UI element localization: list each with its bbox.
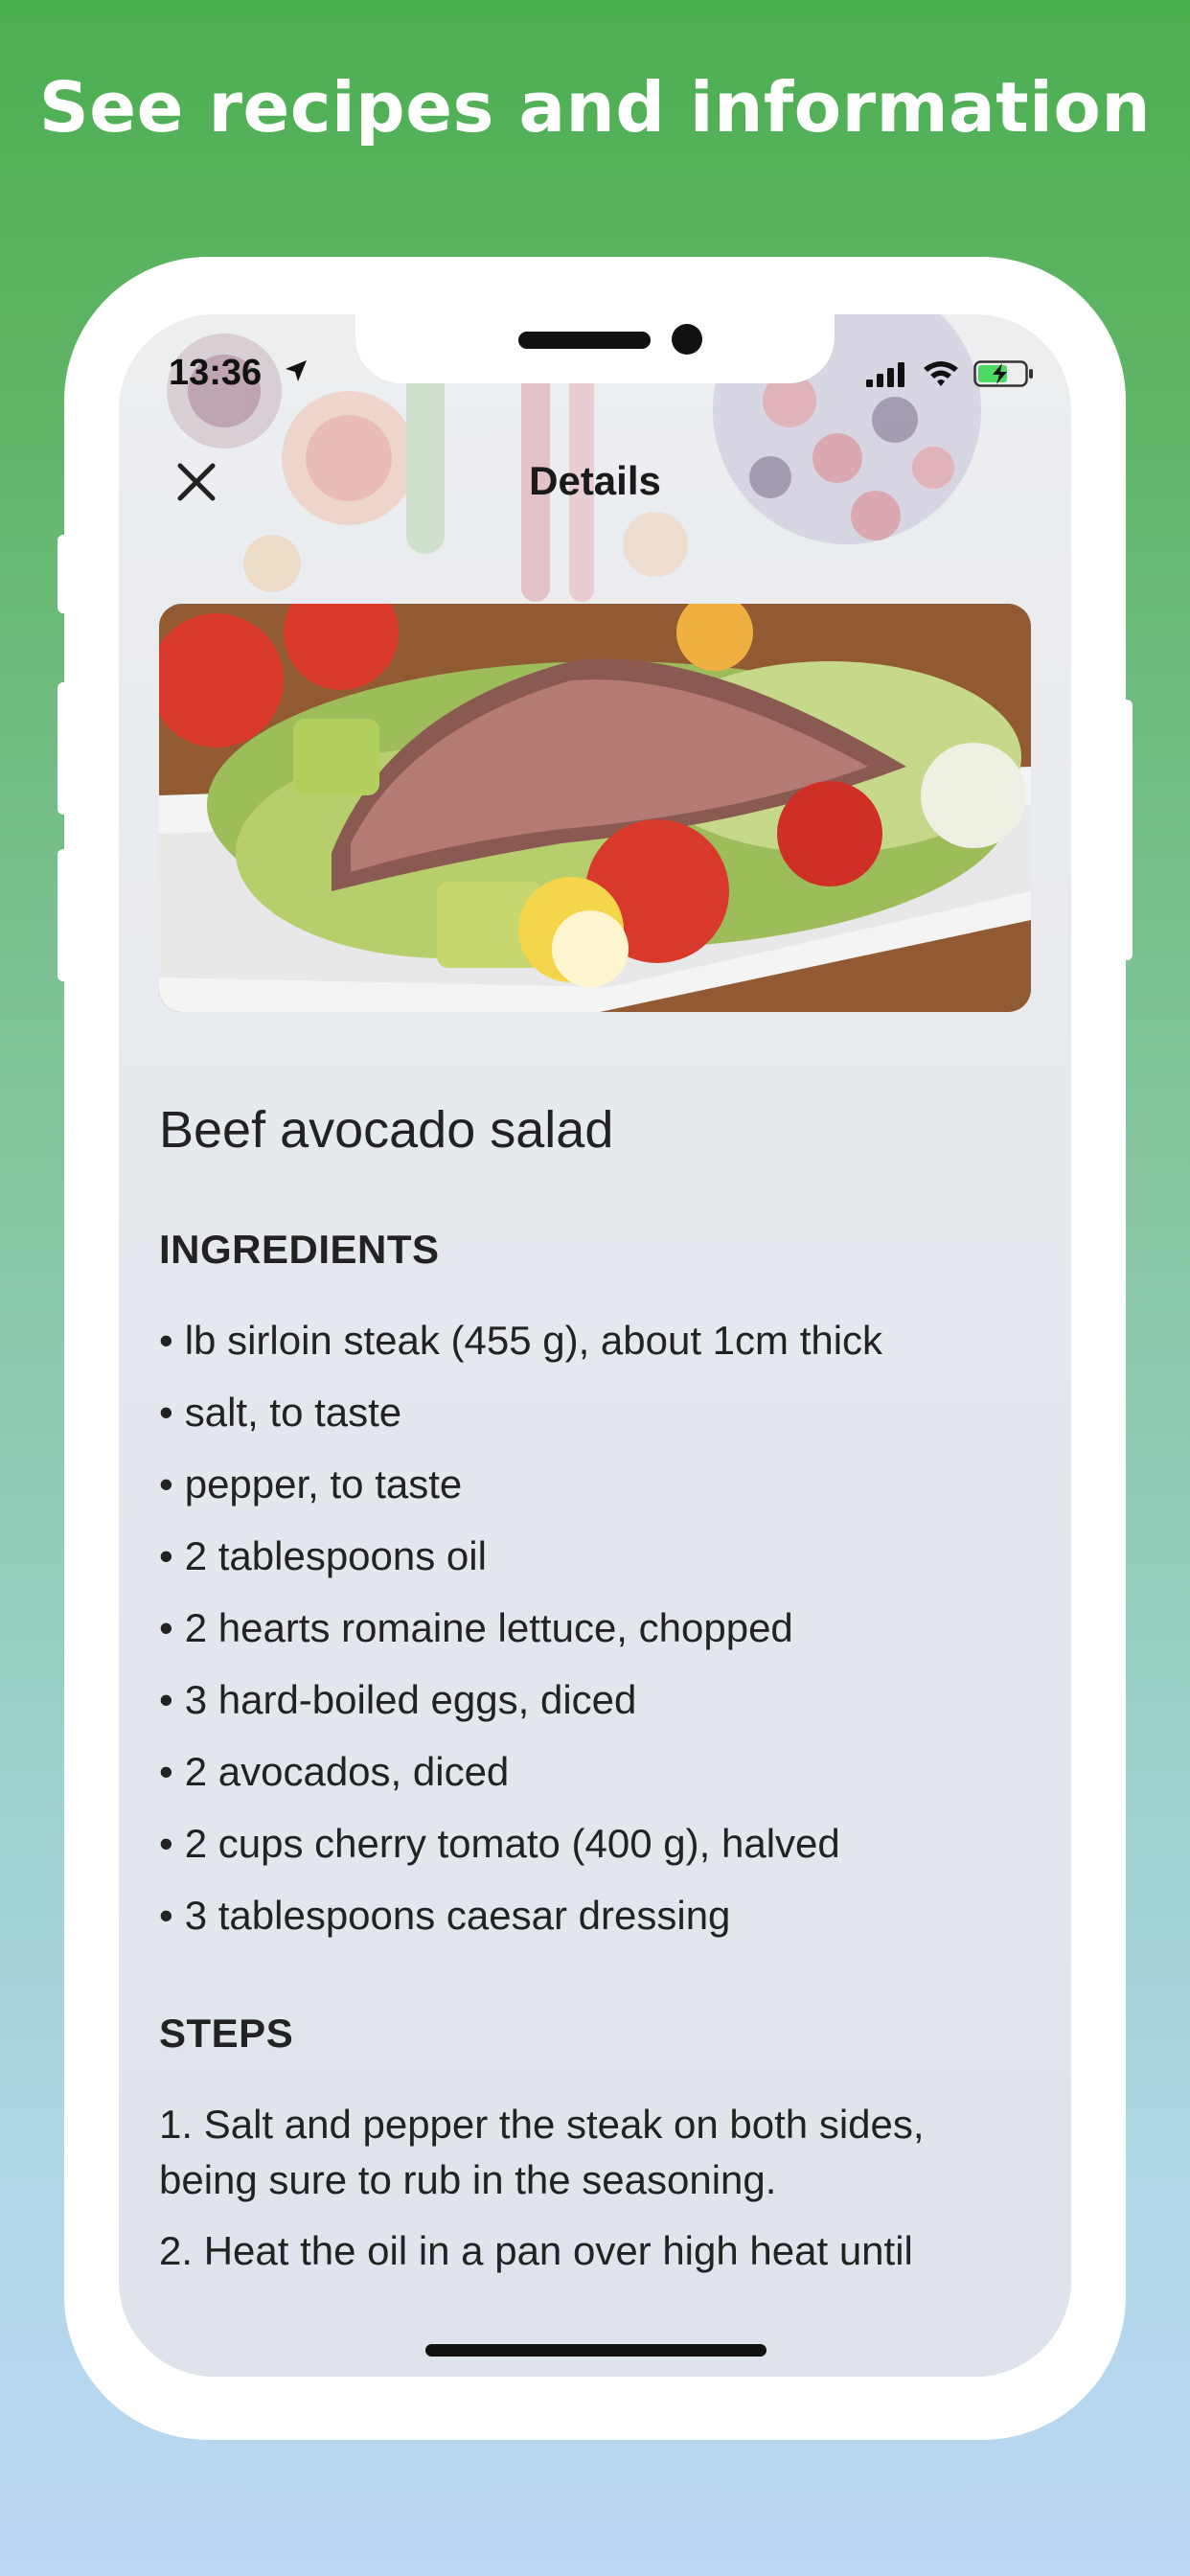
ingredients-heading: INGREDIENTS [159, 1227, 440, 1272]
location-arrow-icon [286, 360, 307, 381]
ingredient-item: salt, to taste [159, 1389, 1021, 1460]
ingredient-item: 3 tablespoons caesar dressing [159, 1892, 1021, 1964]
ingredient-item: 2 tablespoons oil [159, 1532, 1021, 1604]
step-item: 1. Salt and pepper the steak on both sid… [159, 2102, 925, 2202]
ingredients-list: lb sirloin steak (455 g), about 1cm thic… [159, 1317, 1021, 1964]
front-camera [672, 324, 702, 355]
wifi-icon [924, 361, 958, 386]
recipe-photo [159, 604, 1031, 1012]
ingredient-item: 3 hard-boiled eggs, diced [159, 1676, 1021, 1748]
ingredient-item: lb sirloin steak (455 g), about 1cm thic… [159, 1317, 1021, 1389]
cellular-signal-icon [866, 362, 904, 387]
home-indicator[interactable] [425, 2344, 767, 2357]
status-time: 13:36 [169, 353, 263, 393]
step-item: 2. Heat the oil in a pan over high heat … [159, 2228, 913, 2273]
ingredient-item: pepper, to taste [159, 1460, 1021, 1532]
steps-list: 1. Salt and pepper the steak on both sid… [159, 2097, 1021, 2294]
promo-headline: See recipes and information [38, 67, 1152, 148]
ingredient-item: 2 hearts romaine lettuce, chopped [159, 1604, 1021, 1676]
battery-charging-icon [973, 360, 1033, 387]
ingredient-item: 2 avocados, diced [159, 1748, 1021, 1820]
earpiece-speaker [518, 332, 651, 349]
phone-notch [355, 314, 835, 383]
phone-screen: 13:36 Details Beef avocado salad INGREDI… [119, 314, 1071, 2377]
page-title: Details [529, 458, 661, 503]
ingredient-item: 2 cups cherry tomato (400 g), halved [159, 1820, 1021, 1892]
steps-heading: STEPS [159, 2011, 294, 2056]
recipe-title: Beef avocado salad [159, 1101, 614, 1159]
